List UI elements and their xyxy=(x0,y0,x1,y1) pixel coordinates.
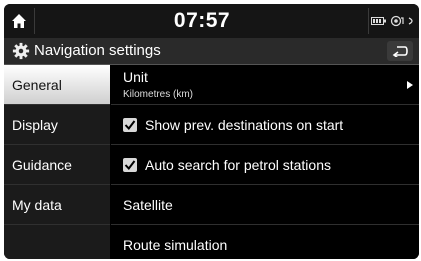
page-title: Navigation settings xyxy=(34,42,161,59)
route-simulation-option[interactable]: Route simulation xyxy=(111,225,419,259)
satellite-label: Satellite xyxy=(123,197,173,213)
tab-guidance[interactable]: Guidance xyxy=(4,145,110,185)
arrow-right-icon xyxy=(407,81,413,89)
gps-signal-icon xyxy=(390,15,404,27)
show-prev-label: Show prev. destinations on start xyxy=(145,117,344,133)
side-tabs: General Display Guidance My data xyxy=(4,65,110,259)
head-unit-screen: 07:57 Navigation settings General Displa… xyxy=(4,4,419,259)
tab-display[interactable]: Display xyxy=(4,105,110,145)
checkmark-icon xyxy=(124,120,136,131)
home-button[interactable] xyxy=(4,4,34,38)
unit-setting[interactable]: Unit Kilometres (km) xyxy=(111,65,419,105)
home-icon xyxy=(12,14,26,28)
back-arrow-icon xyxy=(392,46,408,57)
status-icons xyxy=(371,4,416,38)
settings-list: Unit Kilometres (km) Show prev. destinat… xyxy=(111,65,419,259)
show-prev-checkbox[interactable] xyxy=(123,118,137,132)
satellite-option[interactable]: Satellite xyxy=(111,185,419,225)
unit-value: Kilometres (km) xyxy=(123,89,194,100)
show-prev-destinations-option[interactable]: Show prev. destinations on start xyxy=(111,105,419,145)
battery-icon xyxy=(371,17,386,25)
unit-label: Unit xyxy=(123,69,148,85)
status-divider xyxy=(368,8,369,34)
checkmark-icon xyxy=(124,160,136,171)
wifi-icon xyxy=(408,17,413,25)
status-divider xyxy=(34,8,35,34)
route-simulation-label: Route simulation xyxy=(123,237,228,253)
back-button[interactable] xyxy=(387,41,413,61)
auto-search-label: Auto search for petrol stations xyxy=(145,157,331,173)
status-bar: 07:57 xyxy=(4,4,419,38)
auto-search-checkbox[interactable] xyxy=(123,158,137,172)
gear-icon xyxy=(12,42,30,60)
tab-my-data[interactable]: My data xyxy=(4,185,110,225)
tab-general[interactable]: General xyxy=(4,65,110,105)
clock: 07:57 xyxy=(173,9,231,32)
title-bar: Navigation settings xyxy=(4,38,419,65)
auto-search-petrol-option[interactable]: Auto search for petrol stations xyxy=(111,145,419,185)
